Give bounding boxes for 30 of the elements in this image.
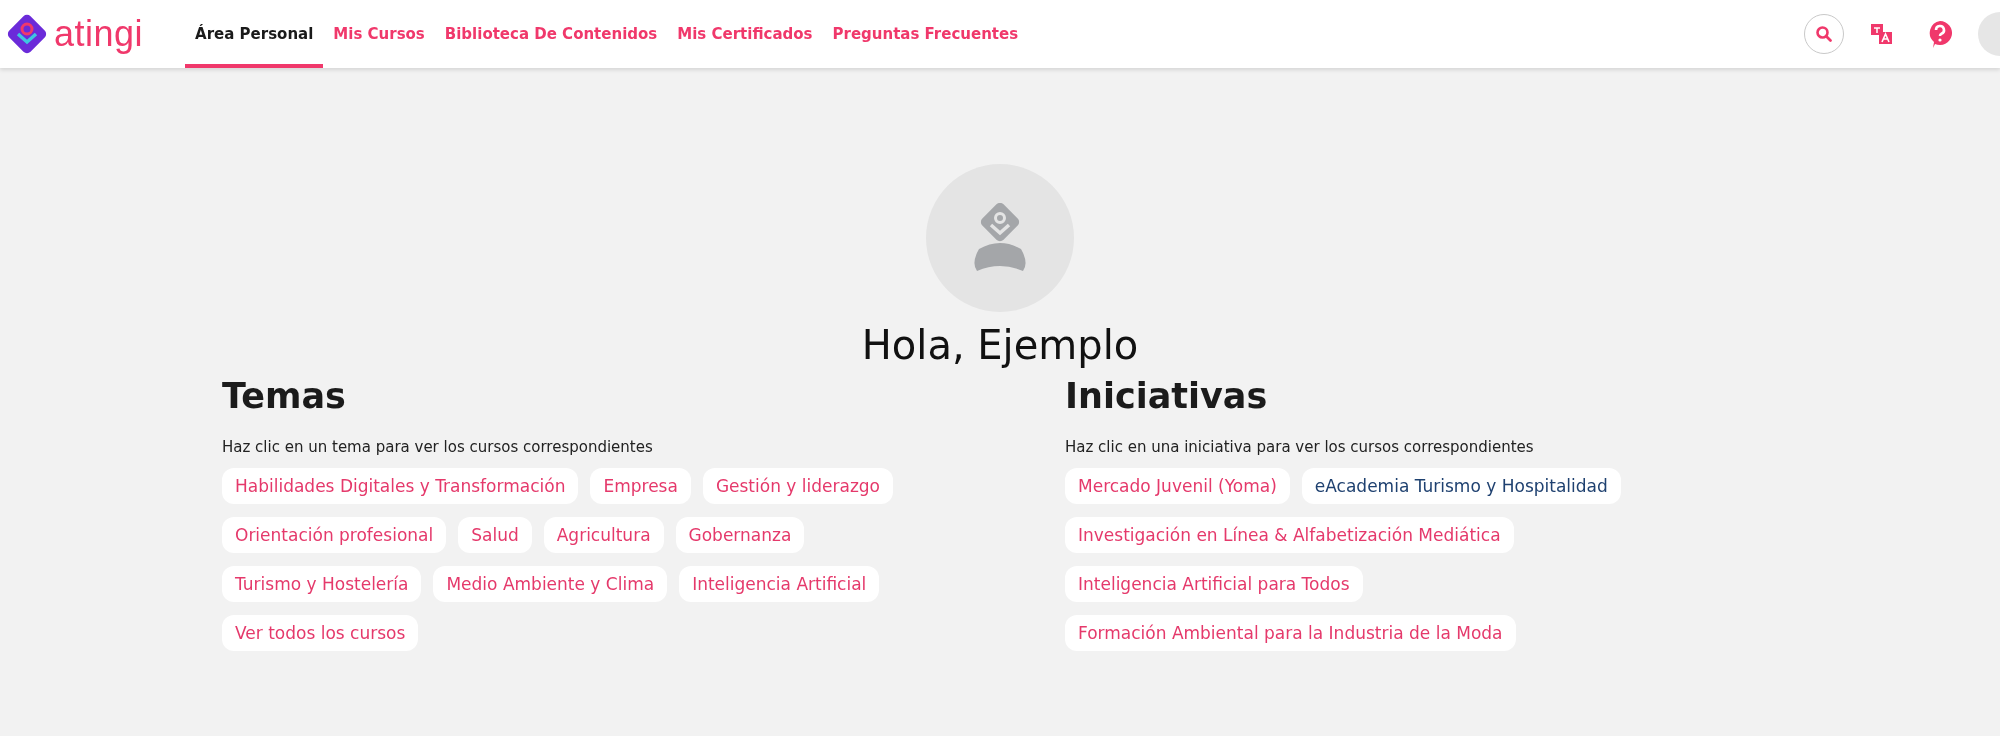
logo-text[interactable]: atingi — [54, 13, 144, 55]
topic-chip[interactable]: Empresa — [590, 468, 691, 504]
topic-chip[interactable]: Habilidades Digitales y Transformación — [222, 468, 579, 504]
section-hint: Haz clic en un tema para ver los cursos correspondientes — [222, 438, 654, 456]
topic-chip[interactable]: Investigación en Línea & Alfabetización Mediática — [1065, 517, 1514, 553]
nav-tab[interactable]: Biblioteca De Contenidos — [434, 0, 668, 68]
section-title: Temas — [222, 376, 347, 416]
nav-tab[interactable]: Mis Certificados — [667, 0, 823, 68]
translate-icon[interactable] — [1869, 21, 1895, 47]
section-title: Iniciativas — [1065, 376, 1269, 416]
search-icon[interactable] — [1815, 25, 1833, 43]
topic-chip[interactable]: Turismo y Hostelería — [222, 566, 422, 602]
topic-chip[interactable]: Ver todos los cursos — [222, 615, 419, 651]
topic-chip[interactable]: Orientación profesional — [222, 517, 447, 553]
greeting-heading: Hola, Ejemplo — [861, 322, 1139, 368]
topic-chip[interactable]: Gobernanza — [675, 517, 805, 553]
search-button[interactable] — [1804, 14, 1844, 54]
topic-chip[interactable]: Inteligencia Artificial — [679, 566, 880, 602]
nav-tab[interactable]: Preguntas Frecuentes — [822, 0, 1029, 68]
topic-chip[interactable]: Inteligencia Artificial para Todos — [1065, 566, 1363, 602]
nav-tab[interactable]: Área Personal — [185, 0, 324, 68]
section-hint: Haz clic en una iniciativa para ver los cursos correspondientes — [1065, 438, 1535, 456]
topic-chip[interactable]: Agricultura — [543, 517, 664, 553]
topic-chip[interactable]: Salud — [458, 517, 532, 553]
topic-chip[interactable]: Gestión y liderazgo — [702, 468, 893, 504]
topic-chip[interactable]: Medio Ambiente y Clima — [433, 566, 668, 602]
topic-chip[interactable]: eAcademia Turismo y Hospitalidad — [1301, 468, 1621, 504]
topic-chip[interactable]: Mercado Juvenil (Yoma) — [1065, 468, 1290, 504]
topic-chip[interactable]: Formación Ambiental para la Industria de la Moda — [1065, 615, 1516, 651]
nav-tab[interactable]: Mis Cursos — [323, 0, 435, 68]
